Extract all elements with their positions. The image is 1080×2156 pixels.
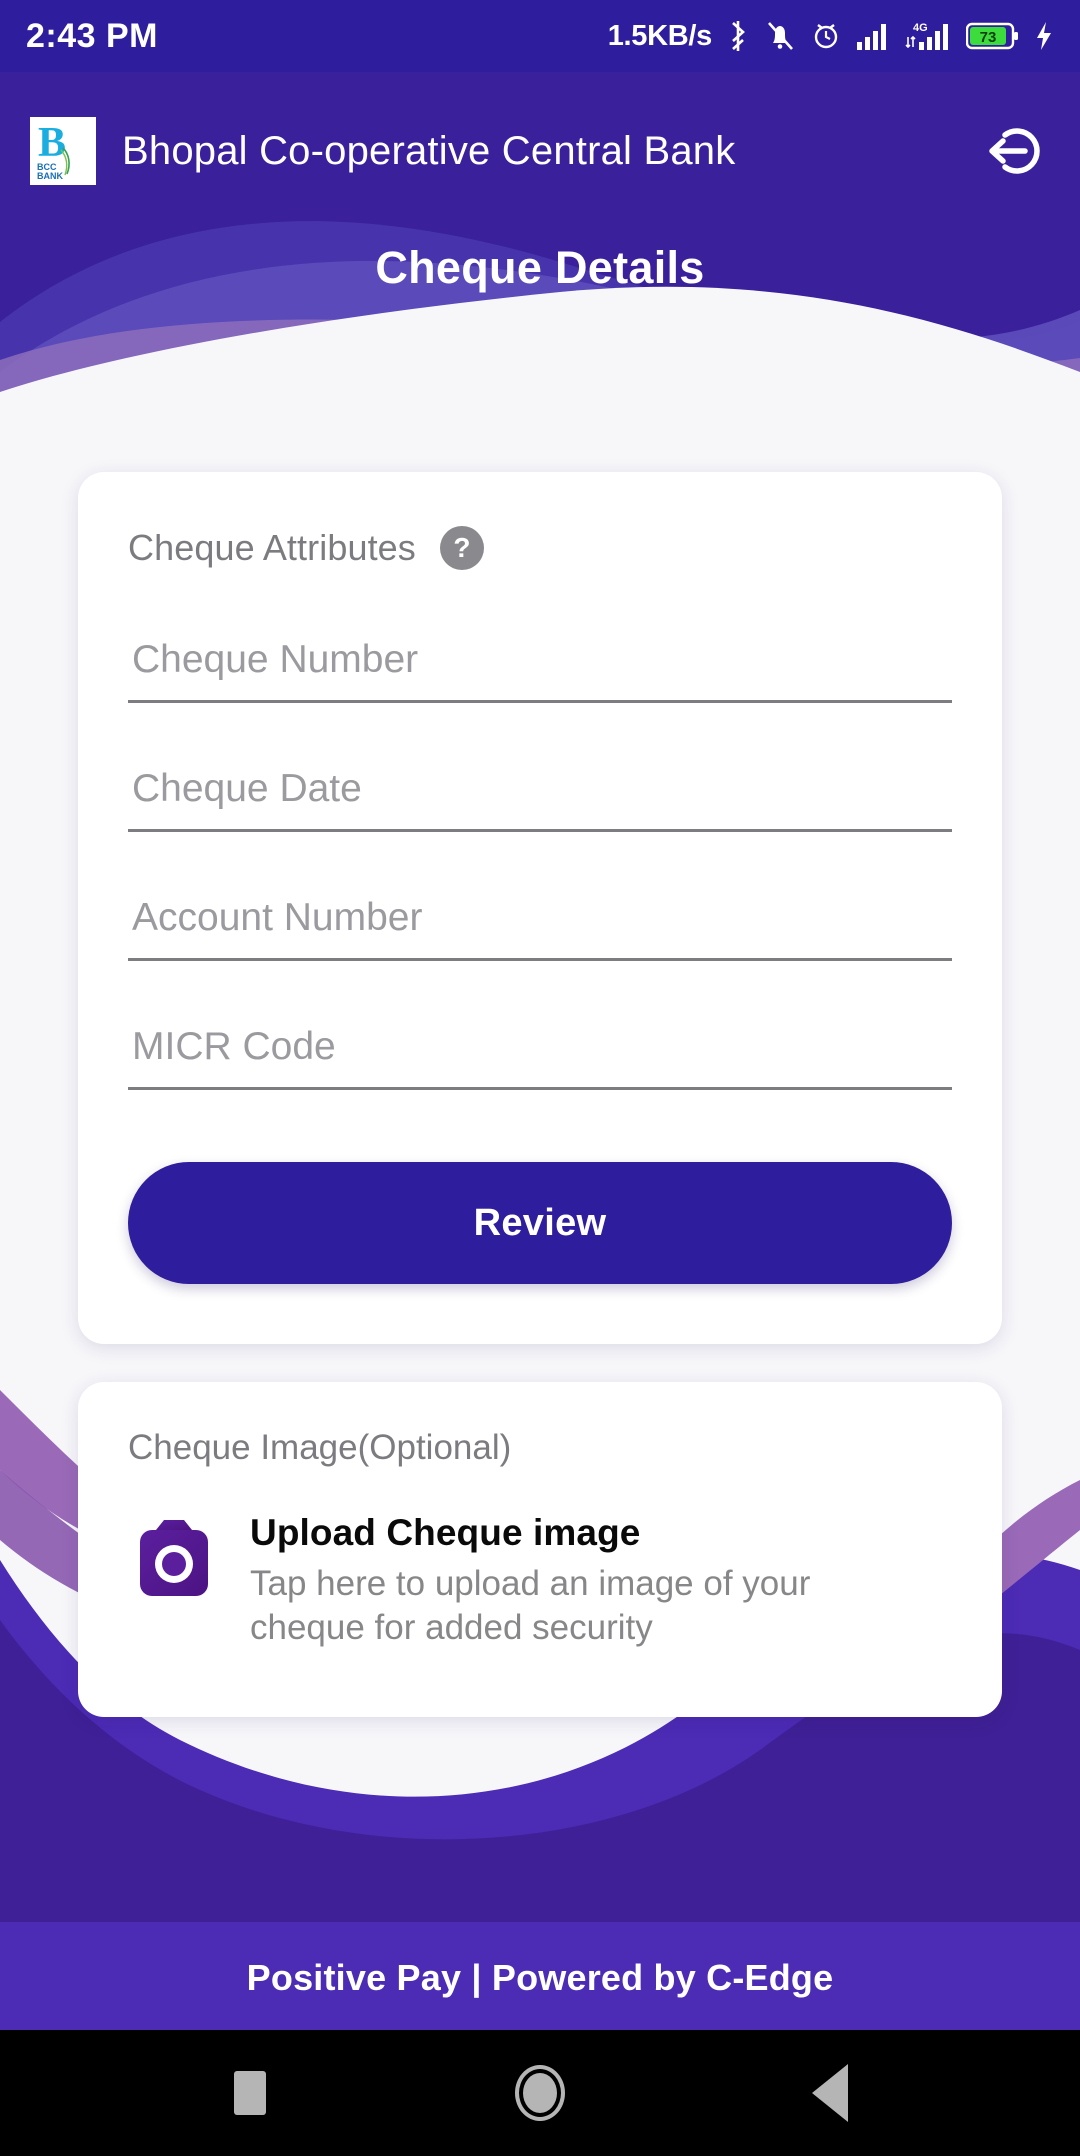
- bcc-bank-logo-mark: B BCC BANK: [37, 120, 70, 181]
- micr-code-field[interactable]: [128, 1021, 952, 1090]
- cheque-number-field[interactable]: [128, 634, 952, 703]
- status-bar: 2:43 PM 1.5KB/s 4G 73: [0, 0, 1080, 72]
- alarm-icon: [814, 24, 838, 49]
- upload-cheque-image-row[interactable]: Upload Cheque image Tap here to upload a…: [128, 1510, 952, 1651]
- upload-description: Tap here to upload an image of your cheq…: [250, 1564, 811, 1648]
- bank-logo: B BCC BANK: [30, 117, 96, 185]
- charging-bolt-icon: [1037, 22, 1051, 50]
- back-triangle-icon: [812, 2064, 848, 2122]
- status-bar-icons: 1.5KB/s 4G 73: [608, 19, 1054, 53]
- battery-level-text: 73: [980, 29, 997, 46]
- main-content: Cheque Attributes ? Review Cheque Image(…: [0, 472, 1080, 1717]
- mute-bell-icon: [768, 22, 793, 50]
- app-screen: 2:43 PM 1.5KB/s 4G 73 B BCC BANK Bhopal …: [0, 0, 1080, 2156]
- camera-icon: [140, 1520, 208, 1596]
- cheque-attributes-card: Cheque Attributes ? Review: [78, 472, 1002, 1344]
- logo-letter-b: B: [38, 120, 66, 166]
- logout-button[interactable]: [976, 114, 1050, 188]
- nav-home-button[interactable]: [495, 2048, 585, 2138]
- help-icon[interactable]: ?: [439, 526, 484, 570]
- cheque-image-title: Cheque Image(Optional): [128, 1428, 512, 1467]
- nav-back-button[interactable]: [785, 2048, 875, 2138]
- logo-caption-line2: BANK: [37, 171, 63, 181]
- review-button[interactable]: Review: [128, 1162, 952, 1284]
- bluetooth-icon: [732, 21, 745, 51]
- upload-title: Upload Cheque image: [250, 1512, 641, 1553]
- app-bar: B BCC BANK Bhopal Co-operative Central B…: [0, 106, 1080, 196]
- account-number-input[interactable]: [128, 892, 952, 946]
- footer-text: Positive Pay | Powered by C-Edge: [246, 1957, 834, 1998]
- upload-text-block: Upload Cheque image Tap here to upload a…: [250, 1510, 890, 1651]
- cheque-number-input[interactable]: [128, 634, 952, 688]
- micr-code-input[interactable]: [128, 1021, 952, 1075]
- status-bar-clock: 2:43 PM: [26, 16, 158, 55]
- cheque-date-field[interactable]: [128, 763, 952, 832]
- app-header: B BCC BANK Bhopal Co-operative Central B…: [0, 72, 1080, 472]
- battery-icon: 73: [966, 22, 1018, 50]
- svg-text:4G: 4G: [913, 22, 928, 34]
- section-title: Cheque Attributes: [128, 527, 416, 568]
- bank-name-label: Bhopal Co-operative Central Bank: [122, 128, 736, 173]
- home-circle-icon: [515, 2065, 565, 2121]
- signal-4g-icon: 4G: [905, 22, 948, 50]
- signal-icon: [857, 24, 886, 50]
- page-title: Cheque Details: [375, 242, 705, 293]
- nav-recents-button[interactable]: [205, 2048, 295, 2138]
- footer: Positive Pay | Powered by C-Edge: [0, 1926, 1080, 2030]
- recents-square-icon: [234, 2071, 266, 2115]
- account-number-field[interactable]: [128, 892, 952, 961]
- cheque-date-input[interactable]: [128, 763, 952, 817]
- network-speed-label: 1.5KB/s: [607, 19, 713, 52]
- section-header: Cheque Attributes ?: [128, 526, 952, 570]
- cheque-image-card: Cheque Image(Optional) Upload Cheque ima…: [78, 1382, 1002, 1717]
- android-nav-bar: [0, 2030, 1080, 2156]
- logout-icon: [989, 128, 1040, 174]
